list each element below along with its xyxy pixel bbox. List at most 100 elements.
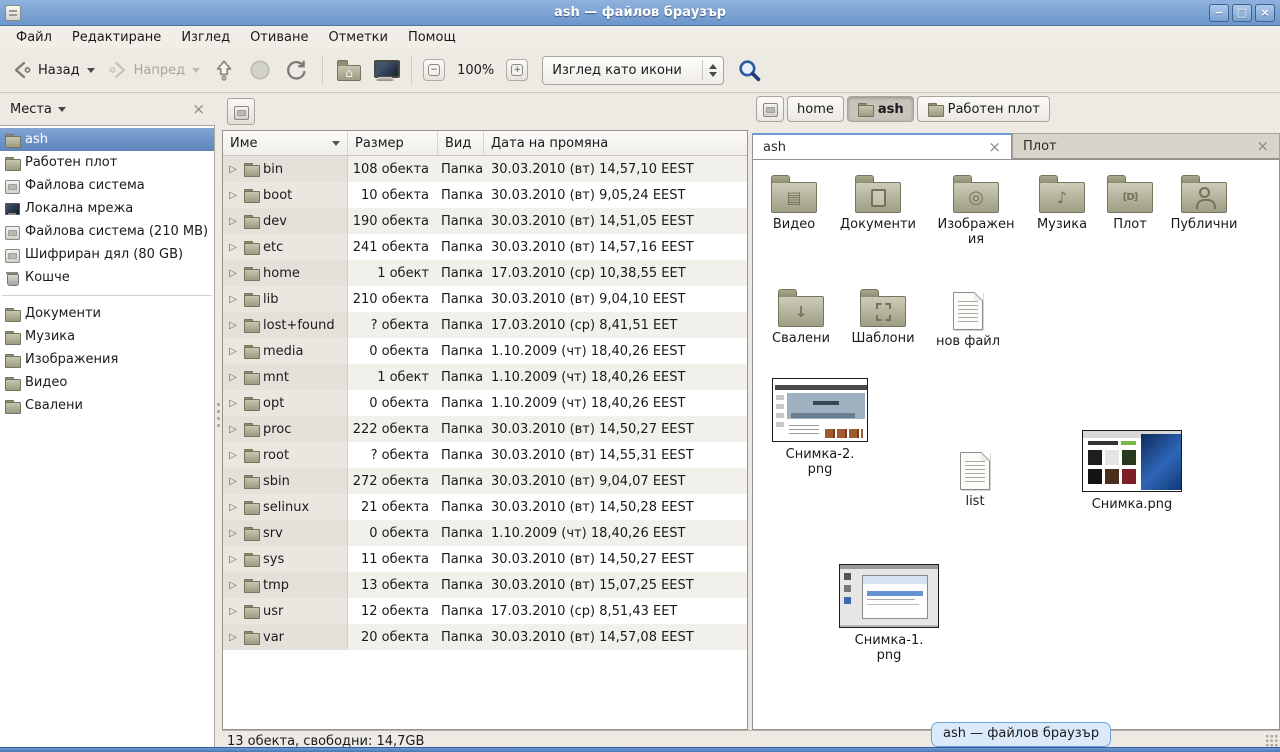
expander-icon[interactable]: ▷ (227, 632, 239, 643)
tree-row-media[interactable]: ▷media0 обектаПапка1.10.2009 (чт) 18,40,… (223, 338, 747, 364)
sidebar-item-documents[interactable]: Документи (0, 302, 214, 325)
tree-row-etc[interactable]: ▷etc241 обектаПапка30.03.2010 (вт) 14,57… (223, 234, 747, 260)
expander-icon[interactable]: ▷ (227, 268, 239, 279)
titlebar[interactable]: ash — файлов браузър − □ × (0, 0, 1280, 26)
sidebar-item-pictures[interactable]: Изображения (0, 348, 214, 371)
tree-row-usr[interactable]: ▷usr12 обектаПапка17.03.2010 (ср) 8,51,4… (223, 598, 747, 624)
tree-row-lib[interactable]: ▷lib210 обектаПапка30.03.2010 (вт) 9,04,… (223, 286, 747, 312)
sidebar-item-music[interactable]: Музика (0, 325, 214, 348)
menu-item-edit[interactable]: Редактиране (62, 28, 171, 47)
tree-row-opt[interactable]: ▷opt0 обектаПапка1.10.2009 (чт) 18,40,26… (223, 390, 747, 416)
tab-close-icon[interactable]: × (988, 140, 1001, 154)
tree-row-proc[interactable]: ▷proc222 обектаПапка30.03.2010 (вт) 14,5… (223, 416, 747, 442)
spinner-icon[interactable] (709, 64, 717, 77)
expander-icon[interactable]: ▷ (227, 580, 239, 591)
sidebar-item-video[interactable]: Видео (0, 371, 214, 394)
breadcrumb-root[interactable] (756, 96, 784, 122)
tree-row-root[interactable]: ▷root? обектаПапка30.03.2010 (вт) 14,55,… (223, 442, 747, 468)
sidebar-item-trash[interactable]: Кошче (0, 266, 214, 289)
menu-item-help[interactable]: Помощ (398, 28, 466, 47)
column-header-size[interactable]: Размер (348, 131, 438, 155)
tree-row-mnt[interactable]: ▷mnt1 обектПапка1.10.2009 (чт) 18,40,26 … (223, 364, 747, 390)
tree-row-var[interactable]: ▷var20 обектаПапка30.03.2010 (вт) 14,57,… (223, 624, 747, 650)
tree-row-bin[interactable]: ▷bin108 обектаПапка30.03.2010 (вт) 14,57… (223, 156, 747, 182)
tree-row-boot[interactable]: ▷boot10 обектаПапка30.03.2010 (вт) 9,05,… (223, 182, 747, 208)
minimize-button[interactable]: − (1209, 4, 1229, 22)
tab-plot[interactable]: Плот× (1012, 133, 1280, 159)
sidebar-item-desktop[interactable]: Работен плот (0, 151, 214, 174)
file-item-templates[interactable]: Шаблони (845, 286, 921, 346)
tree-row-lost+found[interactable]: ▷lost+found? обектаПапка17.03.2010 (ср) … (223, 312, 747, 338)
column-header-name[interactable]: Име (223, 131, 348, 155)
expander-icon[interactable]: ▷ (227, 606, 239, 617)
reload-button[interactable] (279, 54, 313, 86)
zoom-out-button[interactable]: − (423, 59, 445, 81)
tab-ash[interactable]: ash× (752, 133, 1012, 159)
expander-icon[interactable]: ▷ (227, 346, 239, 357)
expander-icon[interactable]: ▷ (227, 450, 239, 461)
search-button[interactable] (736, 57, 763, 84)
expander-icon[interactable]: ▷ (227, 242, 239, 253)
expander-icon[interactable]: ▷ (227, 476, 239, 487)
zoom-in-button[interactable]: + (506, 59, 528, 81)
tree-row-home[interactable]: ▷home1 обектПапка17.03.2010 (ср) 10,38,5… (223, 260, 747, 286)
up-button[interactable] (207, 54, 241, 86)
expander-icon[interactable]: ▷ (227, 398, 239, 409)
file-item-music[interactable]: Музика (1025, 172, 1099, 232)
menu-item-view[interactable]: Изглед (171, 28, 240, 47)
expander-icon[interactable]: ▷ (227, 190, 239, 201)
file-item-plot[interactable]: Плот (1099, 172, 1161, 232)
tree-row-srv[interactable]: ▷srv0 обектаПапка1.10.2009 (чт) 18,40,26… (223, 520, 747, 546)
stop-button[interactable] (243, 54, 277, 86)
tree-row-tmp[interactable]: ▷tmp13 обектаПапка30.03.2010 (вт) 15,07,… (223, 572, 747, 598)
expander-icon[interactable]: ▷ (227, 424, 239, 435)
sidebar-title[interactable]: Места (10, 102, 52, 117)
file-item-new-file[interactable]: нов файл (929, 286, 1007, 349)
expander-icon[interactable]: ▷ (227, 216, 239, 227)
expander-icon[interactable]: ▷ (227, 554, 239, 565)
maximize-button[interactable]: □ (1232, 4, 1252, 22)
sidebar-item-downloads[interactable]: Свалени (0, 394, 214, 417)
pane-splitter[interactable] (215, 93, 222, 752)
sidebar-item-encrypted-80[interactable]: Шифриран дял (80 GB) (0, 243, 214, 266)
breadcrumb-ash[interactable]: ash (847, 96, 914, 122)
sidebar-item-filesystem[interactable]: Файлова система (0, 174, 214, 197)
column-header-date[interactable]: Дата на промяна (484, 131, 747, 155)
tree-row-sbin[interactable]: ▷sbin272 обектаПапка30.03.2010 (вт) 9,04… (223, 468, 747, 494)
file-item-video[interactable]: Видео (757, 172, 831, 232)
back-button[interactable]: Назад (6, 55, 100, 85)
tree-row-selinux[interactable]: ▷selinux21 обектаПапка30.03.2010 (вт) 14… (223, 494, 747, 520)
expander-icon[interactable]: ▷ (227, 294, 239, 305)
expander-icon[interactable]: ▷ (227, 372, 239, 383)
chevron-down-icon[interactable] (58, 107, 66, 112)
breadcrumb-home[interactable]: home (787, 96, 844, 122)
file-item-snimka-2[interactable]: Снимка-2.png (765, 378, 875, 477)
home-button[interactable] (332, 55, 366, 85)
chevron-down-icon[interactable] (87, 68, 95, 73)
file-item-list[interactable]: list (939, 446, 1011, 509)
tree-row-sys[interactable]: ▷sys11 обектаПапка30.03.2010 (вт) 14,50,… (223, 546, 747, 572)
sidebar-close-icon[interactable]: × (192, 102, 205, 116)
expander-icon[interactable]: ▷ (227, 502, 239, 513)
file-item-public[interactable]: Публични (1161, 172, 1247, 232)
view-mode-select[interactable]: Изглед като икони (542, 56, 724, 85)
forward-button[interactable]: Напред (102, 55, 205, 85)
sidebar-item-ash[interactable]: ash (0, 128, 214, 151)
file-item-snimka[interactable]: Снимка.png (1071, 430, 1193, 512)
menu-item-go[interactable]: Отиване (240, 28, 318, 47)
drive-button[interactable] (227, 98, 255, 125)
breadcrumb-desktop[interactable]: Работен плот (917, 96, 1050, 122)
sidebar-item-filesystem-210[interactable]: Файлова система (210 MB) (0, 220, 214, 243)
close-button[interactable]: × (1255, 4, 1275, 22)
expander-icon[interactable]: ▷ (227, 320, 239, 331)
tree-row-dev[interactable]: ▷dev190 обектаПапка30.03.2010 (вт) 14,51… (223, 208, 747, 234)
file-item-pictures[interactable]: Изображения (931, 172, 1021, 247)
file-item-documents[interactable]: Документи (833, 172, 923, 232)
menu-item-bookmarks[interactable]: Отметки (318, 28, 397, 47)
sidebar-item-network[interactable]: Локална мрежа (0, 197, 214, 220)
computer-button[interactable] (368, 56, 402, 85)
expander-icon[interactable]: ▷ (227, 528, 239, 539)
file-item-downloads[interactable]: Свалени (763, 286, 839, 346)
expander-icon[interactable]: ▷ (227, 164, 239, 175)
column-header-type[interactable]: Вид (438, 131, 484, 155)
